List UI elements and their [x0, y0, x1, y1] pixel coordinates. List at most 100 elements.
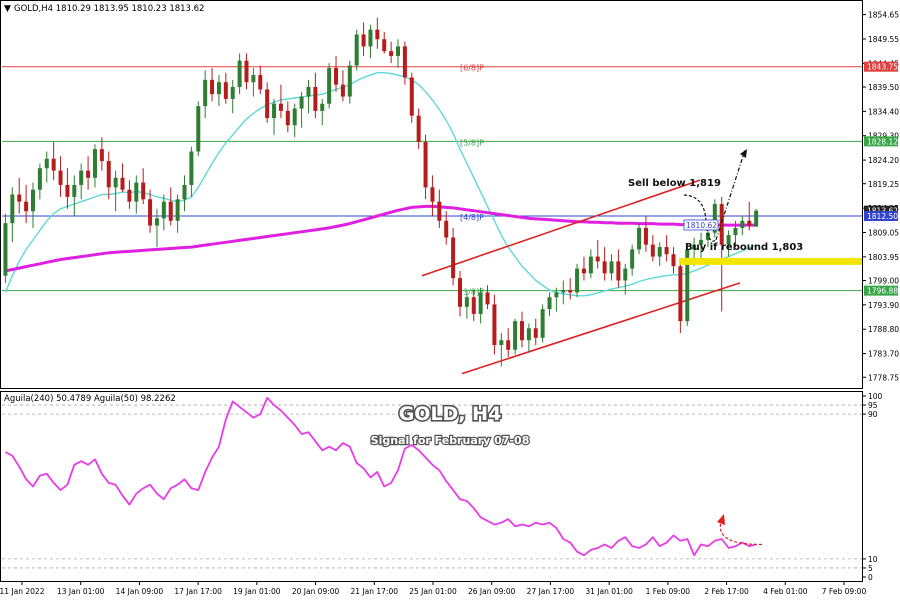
candle-body [492, 304, 497, 345]
time-tick-label: 1 Feb 09:00 [646, 587, 691, 596]
candle-body [203, 79, 208, 107]
candle-body [678, 266, 683, 322]
candle-body [327, 67, 332, 104]
price-tick-label: 1834.40 [868, 107, 899, 116]
osc-tick-label: 5 [868, 564, 873, 573]
candle-body [65, 184, 70, 197]
candle-body [340, 84, 345, 97]
candle-body [86, 170, 91, 178]
time-tick-label: 2 Feb 17:00 [704, 587, 749, 596]
osc-tick-label: 90 [868, 410, 878, 419]
candle-body [306, 87, 311, 97]
candle-body [175, 199, 180, 221]
candle-body [375, 29, 380, 40]
candle-body [540, 309, 545, 338]
price-tick-label: 1839.50 [868, 83, 899, 92]
candle-body [719, 204, 724, 245]
candle-body [113, 177, 118, 188]
buy-zone-highlight [679, 257, 862, 265]
price-tick-label: 1824.20 [868, 156, 899, 165]
candle-body [292, 108, 297, 126]
candle-body [526, 328, 531, 341]
candle-body [409, 77, 414, 116]
price-tick-label: 1778.75 [868, 373, 899, 382]
time-tick-label: 21 Jan 17:00 [351, 587, 399, 596]
candle-body [44, 158, 49, 169]
level-label: [5/8]P [460, 138, 484, 147]
price-tag-label: 1812.50 [867, 212, 898, 221]
candle-body [106, 161, 111, 188]
candle-body [134, 182, 139, 202]
candle-body [299, 96, 304, 109]
candle-body [354, 34, 359, 66]
candle-body [733, 227, 738, 236]
overlay-title: GOLD, H4 [399, 403, 502, 425]
candle-body [361, 34, 366, 47]
price-tick-label: 1788.80 [868, 325, 899, 334]
candle-body [79, 170, 84, 185]
candle-body [258, 75, 263, 90]
candle-body [754, 210, 759, 227]
candle-body [3, 223, 8, 276]
time-tick-label: 27 Jan 17:00 [527, 587, 575, 596]
time-tick-label: 26 Jan 09:00 [468, 587, 516, 596]
candle-body [216, 82, 221, 95]
candle-body [120, 177, 125, 190]
level-label: [4/8]P [460, 213, 484, 222]
candle-body [154, 218, 159, 226]
candle-body [141, 182, 146, 200]
time-tick-label: 31 Jan 01:00 [585, 587, 633, 596]
candle-body [588, 256, 593, 274]
candle-body [161, 201, 166, 219]
symbol-header: GOLD,H4 1810.29 1813.95 1810.23 1813.62 [14, 4, 204, 14]
menu-triangle-icon[interactable]: ▼ [4, 4, 11, 14]
level-label: [6/8]P [460, 64, 484, 73]
candle-body [547, 297, 552, 310]
candle-body [430, 187, 435, 202]
candle-body [237, 60, 242, 87]
candle-body [58, 170, 63, 185]
candle-body [533, 328, 538, 338]
price-tick-label: 1799.00 [868, 277, 899, 286]
osc-tick-label: 95 [868, 401, 878, 410]
candle-body [382, 39, 387, 52]
time-tick-label: 20 Jan 09:00 [292, 587, 340, 596]
candle-body [478, 292, 483, 314]
candle-body [747, 220, 752, 226]
candle-body [623, 268, 628, 281]
candle-body [320, 103, 325, 111]
indicator-header: Aguila(240) 50.4789 Aguila(50) 98.2262 [4, 394, 176, 404]
time-tick-label: 17 Jan 17:00 [174, 587, 222, 596]
chart-root: ▼ GOLD,H4 1810.29 1813.95 1810.23 1813.6… [0, 0, 900, 600]
candle-body [630, 249, 635, 269]
candle-body [272, 103, 277, 119]
candle-body [650, 244, 655, 257]
candle-body [10, 194, 15, 224]
candle-body [561, 290, 566, 293]
candle-body [396, 46, 401, 56]
candle-body [402, 46, 407, 78]
candle-body [423, 141, 428, 188]
price-tick-label: 1849.55 [868, 35, 899, 44]
candle-body [278, 103, 283, 111]
level-price-tag-label: 1796.88 [867, 287, 898, 296]
candle-body [464, 297, 469, 307]
candle-body [568, 290, 573, 293]
candle-body [643, 227, 648, 245]
candle-body [740, 220, 745, 228]
price-tick-label: 1819.25 [868, 180, 899, 189]
overlay-subtitle: Signal for February 07-08 [371, 434, 530, 447]
candle-body [657, 247, 662, 257]
candle-body [189, 151, 194, 185]
candle-body [251, 75, 256, 83]
candle-body [416, 115, 421, 142]
candle-body [37, 168, 42, 190]
candle-body [444, 220, 449, 238]
candle-body [485, 292, 490, 305]
candle-body [334, 67, 339, 85]
candle-body [285, 110, 290, 126]
candle-body [148, 199, 153, 226]
candle-body [575, 268, 580, 293]
candle-body [24, 201, 29, 212]
candle-body [51, 158, 56, 171]
